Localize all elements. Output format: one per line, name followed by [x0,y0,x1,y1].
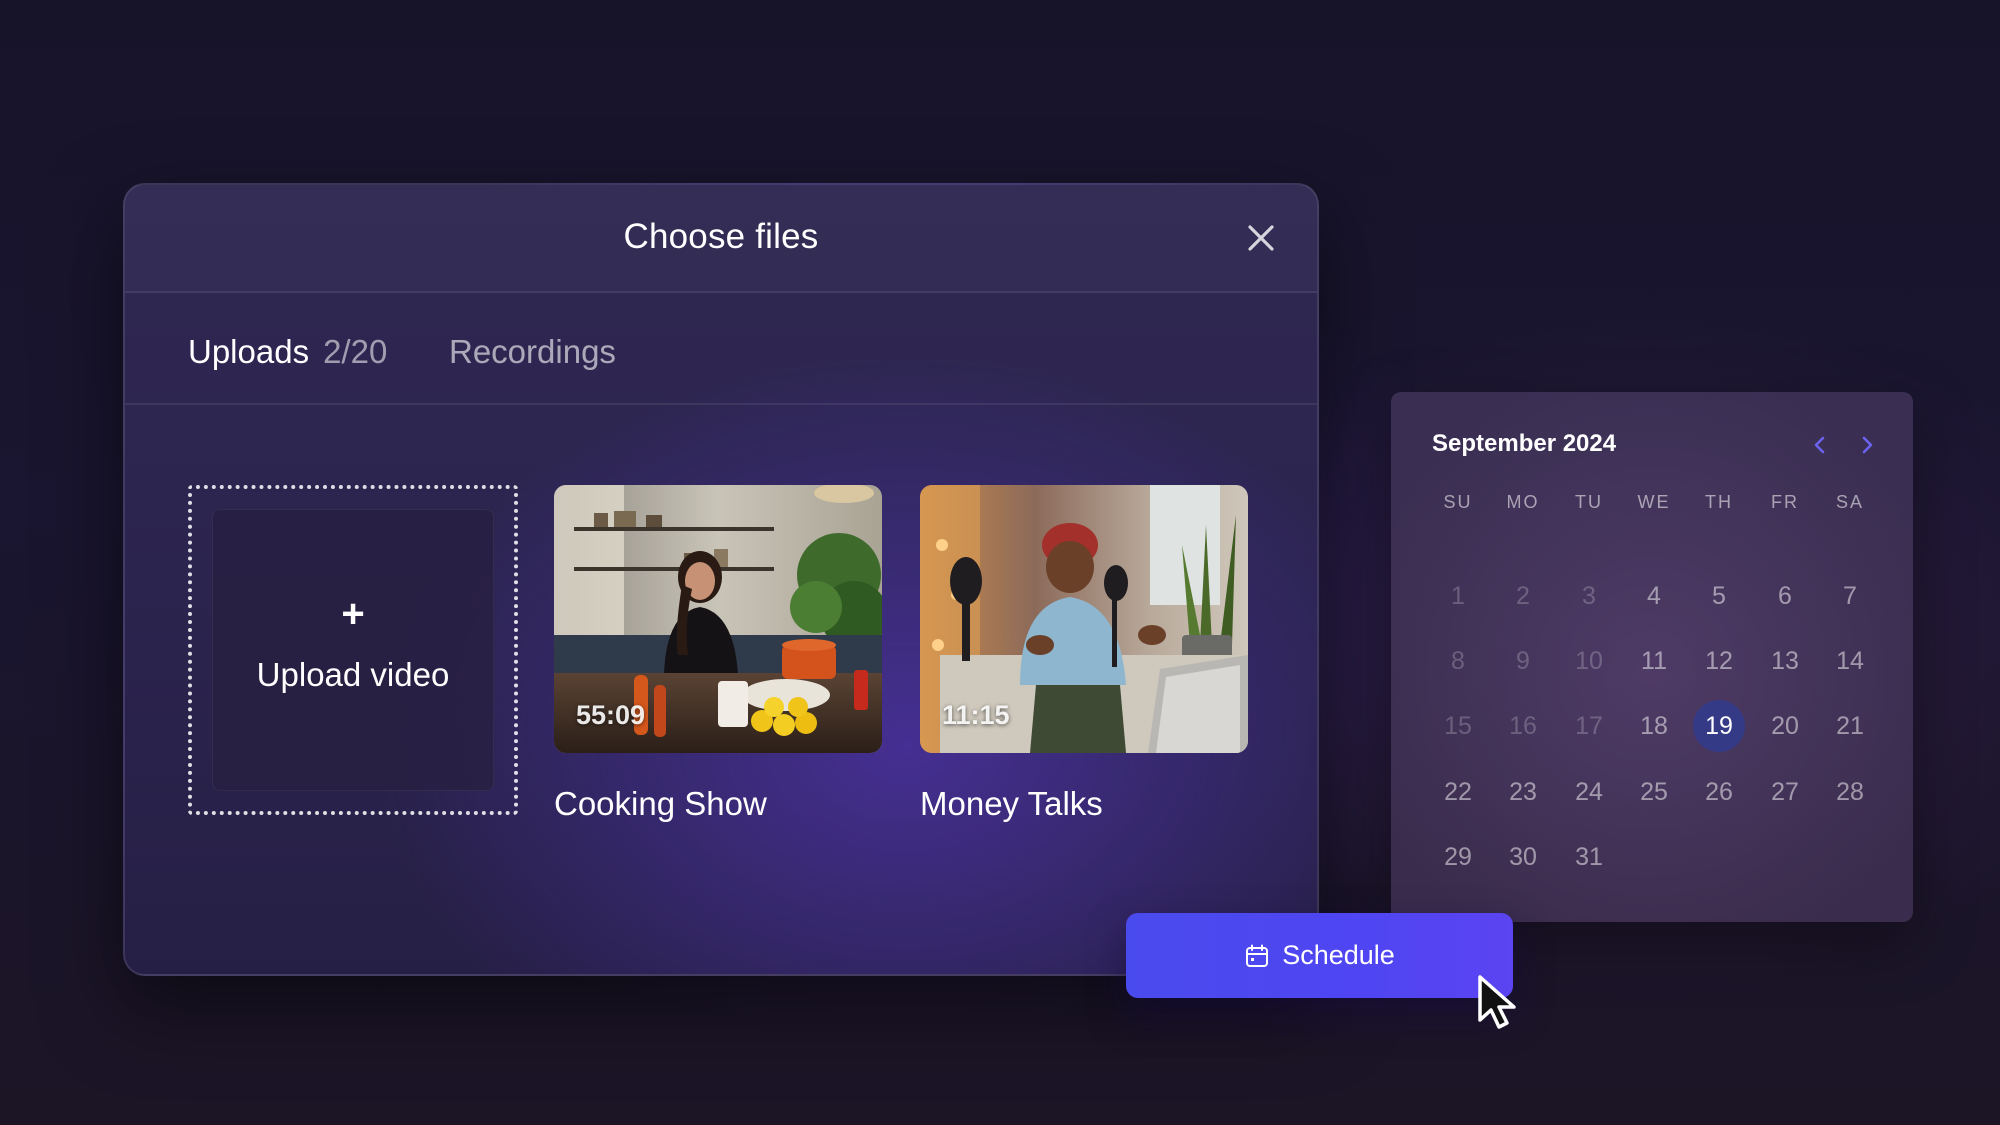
calendar-day[interactable]: 18 [1628,700,1680,752]
choose-files-dialog: Choose files Uploads 2/20 Recordings + Up… [123,183,1319,976]
calendar-month: September 2024 [1432,430,1617,457]
calendar-day[interactable]: 22 [1432,766,1484,818]
date-picker: September 2024 SU MO TU WE TH FR SA 1 2 3 4 5 6 7 8 9 10… [1391,392,1913,922]
schedule-button[interactable]: Schedule [1126,913,1513,998]
calendar-day[interactable]: 21 [1824,700,1876,752]
calendar-day[interactable]: 25 [1628,766,1680,818]
mouse-cursor-icon [1478,975,1516,1029]
weekday-label: TH [1705,492,1733,512]
calendar-day[interactable]: 30 [1497,831,1549,883]
upload-video-label: Upload video [256,656,450,693]
weekday-label: WE [1637,492,1671,512]
video-title: Cooking Show [554,785,767,822]
video-duration: 55:09 [576,700,646,730]
calendar-day[interactable]: 27 [1759,766,1811,818]
dialog-title: Choose files [623,217,819,256]
chevron-right-icon [1862,436,1873,454]
calendar-day[interactable]: 2 [1497,570,1549,622]
calendar-day[interactable]: 14 [1824,635,1876,687]
calendar-day[interactable]: 26 [1693,766,1745,818]
close-button[interactable] [1241,218,1281,258]
video-thumbnail[interactable]: 11:15 [920,485,1248,753]
weekday-label: TU [1575,492,1603,512]
calendar-day[interactable]: 23 [1497,766,1549,818]
tab-bar: Uploads 2/20 Recordings [125,293,1317,405]
calendar-day[interactable]: 16 [1497,700,1549,752]
close-icon [1248,225,1274,251]
calendar-day-selected[interactable]: 19 [1693,700,1745,752]
calendar-day[interactable]: 17 [1563,700,1615,752]
calendar-day[interactable]: 11 [1628,635,1680,687]
calendar-day[interactable]: 12 [1693,635,1745,687]
uploads-count: 2/20 [323,333,388,370]
calendar-day[interactable]: 3 [1563,570,1615,622]
calendar-icon [1246,944,1269,967]
schedule-label: Schedule [1282,940,1395,970]
tab-recordings[interactable]: Recordings [449,333,616,371]
plus-icon: + [341,592,365,636]
tab-uploads[interactable]: Uploads 2/20 [188,333,387,371]
dialog-header: Choose files [125,185,1317,293]
calendar-day[interactable]: 6 [1759,570,1811,622]
calendar-day[interactable]: 5 [1693,570,1745,622]
upload-video-button[interactable]: + Upload video [212,509,494,791]
video-thumbnail[interactable]: 55:09 [554,485,882,753]
video-card-money-talks[interactable]: 11:15 Money Talks [920,485,1248,823]
upload-video-dropzone[interactable]: + Upload video [188,485,518,815]
video-title: Money Talks [920,785,1103,822]
video-card-cooking-show[interactable]: 55:09 Cooking Show [554,485,882,823]
calendar-day[interactable]: 1 [1432,570,1484,622]
previous-month-button[interactable] [1803,428,1837,462]
calendar-day[interactable]: 9 [1497,635,1549,687]
calendar-day[interactable]: 20 [1759,700,1811,752]
weekday-label: SU [1443,492,1473,512]
weekday-label: MO [1506,492,1540,512]
calendar-day[interactable]: 10 [1563,635,1615,687]
calendar-day[interactable]: 13 [1759,635,1811,687]
video-duration: 11:15 [942,700,1010,730]
calendar-day[interactable]: 31 [1563,831,1615,883]
weekday-label: SA [1835,492,1864,512]
tab-uploads-label: Uploads [188,333,310,370]
calendar-day[interactable]: 15 [1432,700,1484,752]
weekday-label: FR [1771,492,1799,512]
chevron-left-icon [1814,436,1825,454]
calendar-day[interactable]: 8 [1432,635,1484,687]
calendar-day[interactable]: 29 [1432,831,1484,883]
next-month-button[interactable] [1850,428,1884,462]
calendar-day[interactable]: 24 [1563,766,1615,818]
calendar-day[interactable]: 4 [1628,570,1680,622]
calendar-day[interactable]: 28 [1824,766,1876,818]
calendar-day[interactable]: 7 [1824,570,1876,622]
